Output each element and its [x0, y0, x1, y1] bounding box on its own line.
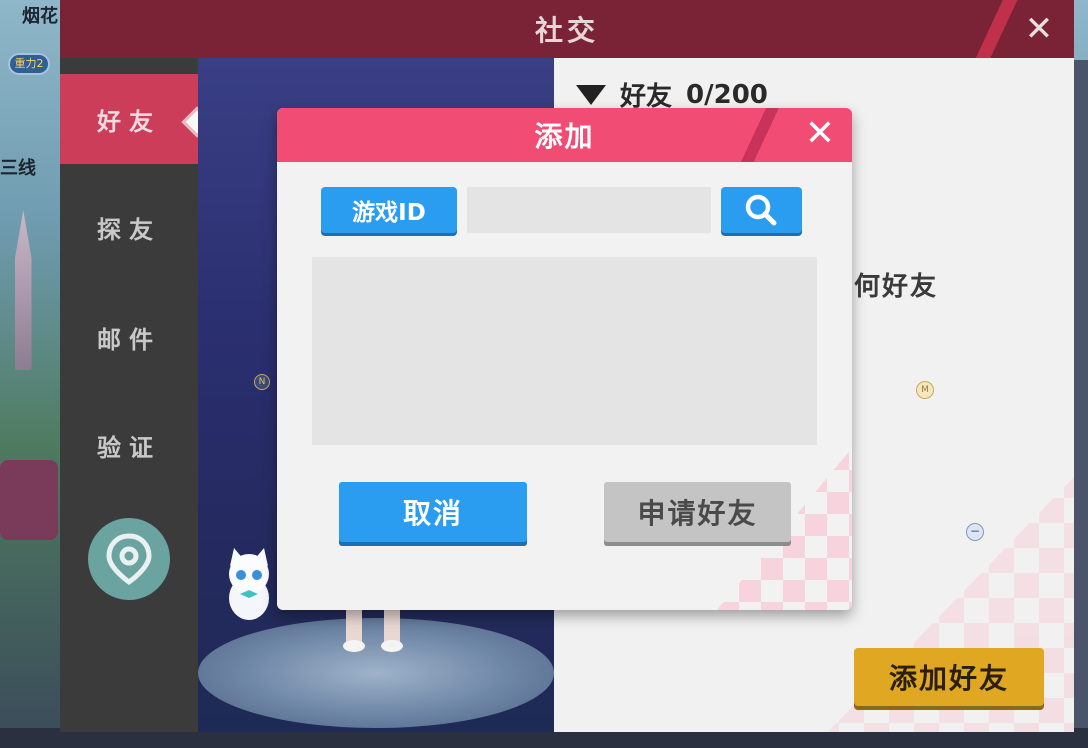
background-line-text: 三线	[0, 158, 36, 179]
close-icon[interactable]: ✕	[1020, 10, 1058, 48]
sidebar-item-label: 验证	[97, 433, 161, 462]
background-badge: 重力2	[8, 53, 50, 75]
background-sign	[0, 460, 58, 540]
search-button[interactable]	[721, 187, 802, 233]
add-friend-modal: 添加 ✕ 游戏ID 取消 申请好友	[277, 108, 852, 610]
sidebar-item-friends[interactable]: 好友	[60, 74, 198, 164]
n-badge: N	[254, 374, 270, 390]
location-button[interactable]	[88, 518, 170, 600]
modal-header: 添加 ✕	[277, 108, 852, 162]
cancel-button[interactable]: 取消	[339, 482, 527, 542]
game-id-input[interactable]	[467, 187, 711, 233]
church-building	[15, 210, 32, 370]
location-pin-icon	[106, 533, 152, 586]
sidebar-item-mail[interactable]: 邮件	[60, 292, 198, 382]
friend-empty-text: 何好友	[854, 272, 939, 302]
sidebar-item-explore[interactable]: 探友	[60, 182, 198, 272]
add-friend-button[interactable]: 添加好友	[854, 648, 1044, 706]
sidebar-item-verify[interactable]: 验证	[60, 400, 198, 490]
search-result-box	[312, 257, 817, 445]
background-top-text: 烟花	[22, 6, 58, 27]
modal-header-stripe	[732, 108, 792, 162]
search-icon	[745, 194, 776, 226]
panel-title: 社交	[534, 14, 599, 47]
sidebar: 好友 探友 邮件 验证	[60, 58, 213, 732]
modal-title: 添加	[534, 120, 595, 153]
triangle-down-icon	[576, 84, 606, 105]
m-badge: M	[916, 381, 934, 399]
sidebar-item-label: 好友	[97, 107, 161, 136]
game-id-label-button[interactable]: 游戏ID	[321, 187, 457, 233]
friend-count: 0/200	[686, 79, 768, 110]
minus-badge: −	[966, 523, 984, 541]
close-icon[interactable]: ✕	[800, 114, 840, 154]
background-right-strip	[1072, 60, 1088, 740]
panel-header: 社交 ✕	[60, 0, 1074, 58]
sidebar-item-label: 邮件	[97, 325, 161, 354]
cat-pet-icon	[229, 548, 269, 620]
apply-friend-button[interactable]: 申请好友	[604, 482, 791, 542]
sidebar-item-label: 探友	[97, 215, 161, 244]
